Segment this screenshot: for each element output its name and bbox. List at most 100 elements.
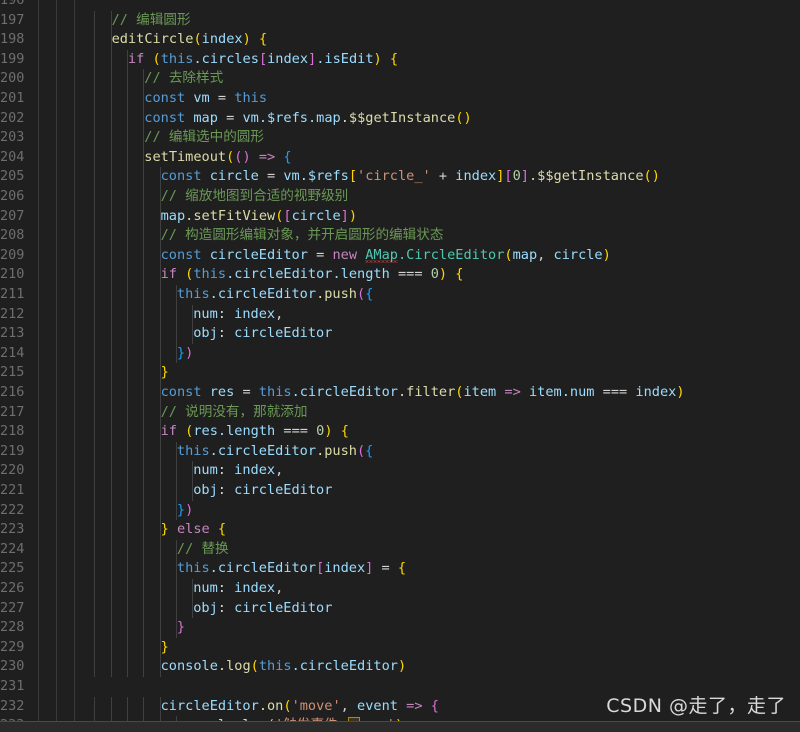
code-content-area[interactable]: // 编辑圆形 editCircle(index) {if (this.circl… — [0, 0, 800, 732]
code-line[interactable]: num: index, — [193, 579, 283, 599]
code-line[interactable]: obj: circleEditor — [193, 599, 332, 619]
code-token: { — [283, 148, 292, 165]
code-token: if — [127, 50, 145, 67]
code-token: const — [160, 384, 202, 400]
code-token: index — [324, 560, 366, 577]
code-token: .CircleEditor — [397, 246, 505, 263]
code-line[interactable]: num: index, — [193, 461, 283, 481]
code-line[interactable]: console.log(this.circleEditor) — [161, 657, 407, 677]
code-token: .circleEditor — [291, 658, 398, 675]
code-token: } — [176, 619, 186, 636]
code-line[interactable]: if (res.length === 0) { — [161, 422, 349, 442]
code-token: ) — [373, 50, 382, 67]
code-token: circleEditor — [234, 599, 333, 616]
code-token: res — [209, 384, 235, 400]
code-token: , — [340, 697, 358, 714]
code-line[interactable]: const map = vm.$refs.map.$$getInstance() — [144, 109, 471, 129]
code-line[interactable]: circleEditor.on('move', event => { — [161, 697, 439, 717]
code-line[interactable]: } — [177, 618, 185, 638]
code-token: map — [160, 207, 186, 224]
code-token: => — [504, 384, 521, 400]
code-token: 0 — [430, 266, 439, 283]
code-token: [ — [283, 207, 292, 224]
code-token: = — [258, 168, 284, 185]
code-token: ) — [676, 384, 685, 400]
code-token: // 编辑圆形 — [111, 11, 191, 28]
code-line[interactable]: const circleEditor = new AMap.CircleEdit… — [161, 246, 611, 266]
code-token: ) — [397, 658, 407, 675]
code-token: .circleEditor — [226, 266, 333, 283]
code-token: // 构造圆形编辑对象，并开启圆形的编辑状态 — [160, 227, 444, 244]
code-token: 'move' — [291, 697, 341, 714]
code-token: ) — [185, 501, 194, 518]
code-token: index — [267, 50, 309, 67]
code-line[interactable]: } else { — [161, 520, 227, 540]
code-token: => — [406, 697, 423, 714]
code-line[interactable]: obj: circleEditor — [193, 324, 332, 344]
code-token: 0 — [512, 168, 521, 185]
code-token: index — [234, 462, 276, 479]
code-line[interactable]: map.setFitView([circle]) — [161, 207, 357, 227]
code-token: ( — [250, 658, 259, 675]
code-token: ) — [242, 148, 251, 165]
csdn-watermark: CSDN @走了，走了 — [606, 695, 786, 717]
code-line[interactable]: this.circleEditor.push({ — [177, 285, 373, 305]
code-token: this — [176, 560, 210, 577]
code-token: const — [144, 109, 186, 126]
code-token: ( — [356, 442, 366, 459]
code-token: this — [258, 658, 292, 675]
code-token: .circleEditor — [291, 384, 398, 400]
code-line[interactable]: } — [161, 638, 169, 658]
code-token: ( — [455, 109, 464, 126]
code-line[interactable]: }) — [177, 501, 193, 521]
code-line[interactable]: }) — [177, 344, 193, 364]
code-token: : — [217, 599, 235, 616]
code-token: { — [217, 521, 227, 538]
code-token: , — [275, 305, 284, 322]
code-line[interactable]: // 构造圆形编辑对象，并开启圆形的编辑状态 — [161, 226, 444, 246]
code-line[interactable]: if (this.circleEditor.length === 0) { — [161, 265, 464, 285]
code-line[interactable]: this.circleEditor.push({ — [177, 442, 373, 462]
code-line[interactable]: if (this.circles[index].isEdit) { — [128, 50, 398, 70]
code-line[interactable]: // 去除样式 — [144, 69, 223, 89]
code-token: ) — [185, 344, 194, 361]
code-token: = — [373, 560, 398, 577]
code-line[interactable]: const res = this.circleEditor.filter(ite… — [161, 383, 685, 403]
code-token: map — [193, 109, 218, 126]
code-token: obj — [193, 599, 218, 616]
code-token: this — [176, 286, 210, 302]
code-line[interactable]: } — [161, 363, 169, 383]
code-line[interactable]: // 缩放地图到合适的视野级别 — [161, 187, 349, 207]
code-line[interactable]: const vm = this — [144, 89, 267, 109]
code-token: ) — [651, 168, 660, 185]
code-token: [ — [504, 168, 513, 185]
code-line[interactable]: // 说明没有，那就添加 — [161, 403, 308, 423]
code-line[interactable]: this.circleEditor[index] = { — [177, 559, 406, 579]
code-token: ) — [348, 207, 358, 224]
code-line[interactable]: // 编辑选中的圆形 — [144, 128, 264, 148]
code-token: index — [635, 384, 677, 400]
code-line[interactable]: // 编辑圆形 — [112, 11, 191, 31]
code-line[interactable]: num: index, — [193, 305, 283, 325]
code-token: .circleEditor — [209, 286, 317, 302]
code-line[interactable]: const circle = vm.$refs['circle_' + inde… — [161, 167, 660, 187]
code-token: new — [332, 246, 358, 263]
code-token: else — [176, 521, 210, 538]
code-line[interactable]: setTimeout(() => { — [144, 148, 291, 168]
code-token: map — [512, 246, 538, 263]
code-line[interactable]: editCircle(index) { — [112, 30, 268, 50]
code-editor[interactable]: 196 197 198 199 200 201 202 203 204 205 206 207 208 2… — [0, 0, 800, 732]
code-line[interactable]: obj: circleEditor — [193, 481, 332, 501]
code-token: .isEdit — [316, 50, 374, 67]
code-token: .on — [258, 697, 284, 714]
code-token: if — [160, 266, 177, 283]
code-token: .$$getInstance — [528, 168, 644, 185]
code-token: { — [340, 423, 349, 440]
code-line[interactable]: // 替换 — [177, 540, 229, 560]
